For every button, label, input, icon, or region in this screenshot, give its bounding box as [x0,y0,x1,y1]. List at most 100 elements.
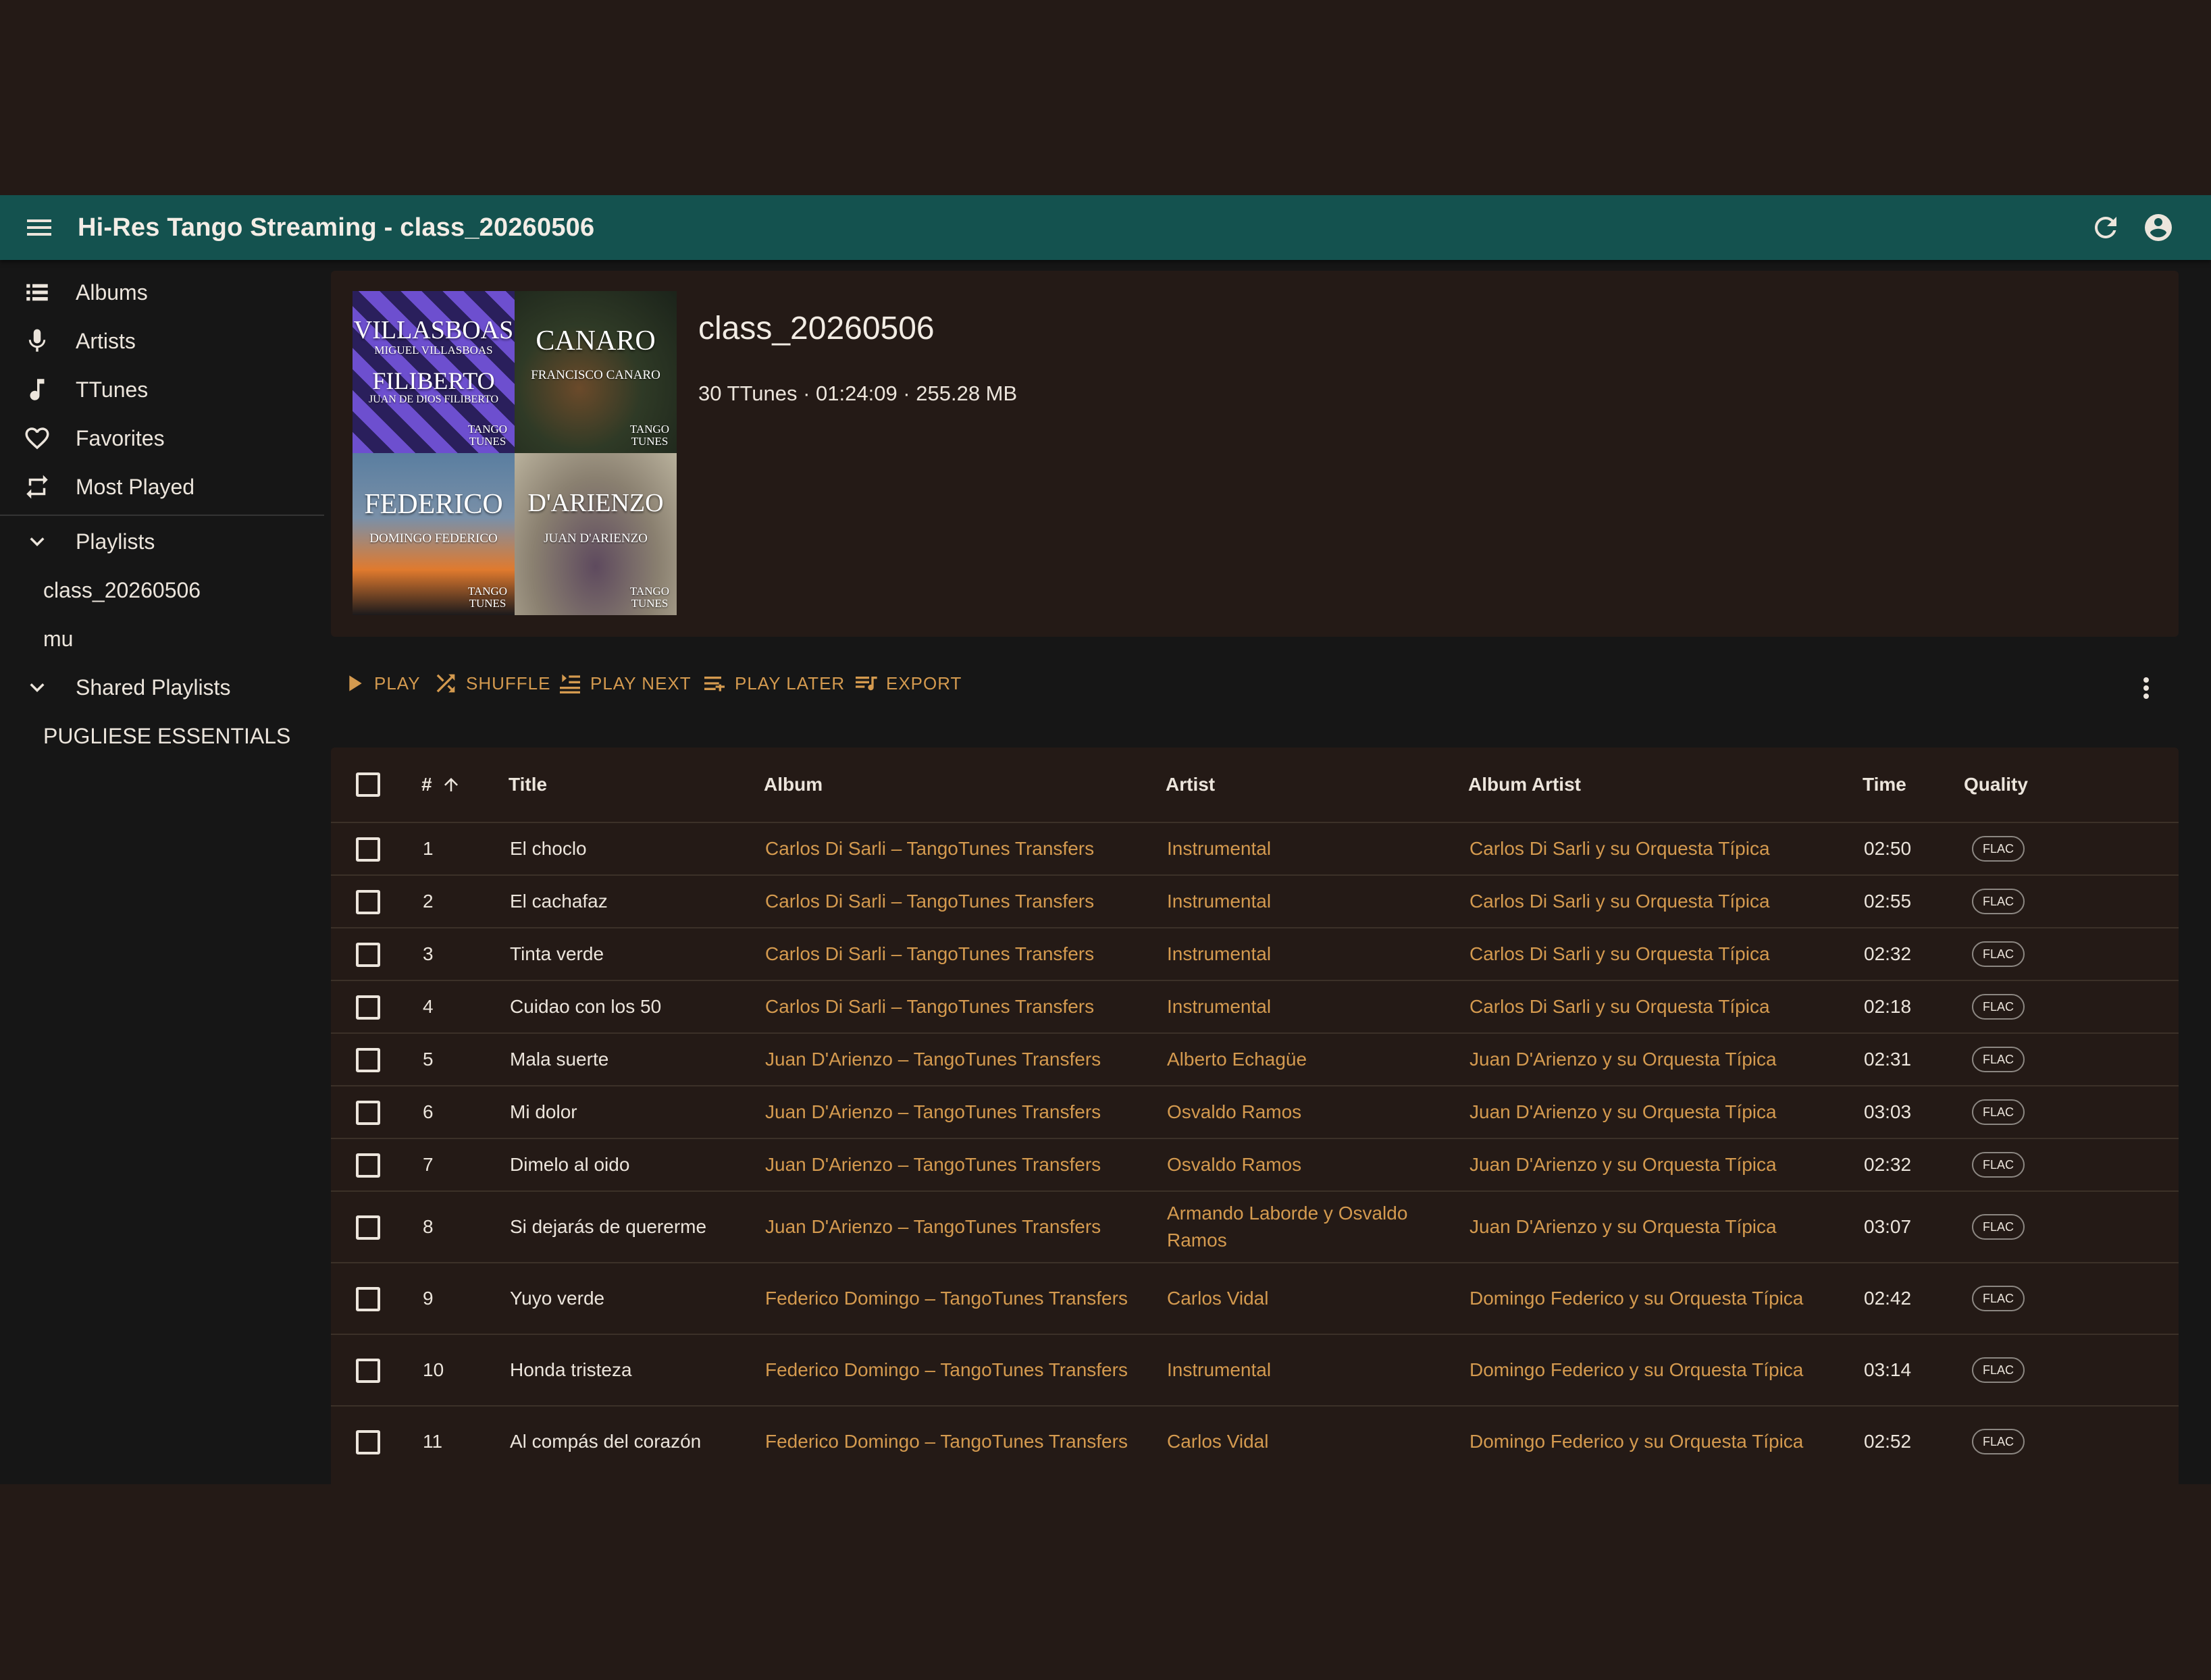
column-header-time[interactable]: Time [1863,747,1906,822]
cover-artist-name: CANARO [536,325,656,357]
music-note-icon [23,375,51,404]
row-checkbox[interactable] [356,995,380,1020]
track-album-artist-link[interactable]: Juan D'Arienzo y su Orquesta Típica [1469,1139,1848,1190]
row-checkbox[interactable] [356,837,380,862]
cover-artist-name: FEDERICO [364,489,503,520]
row-checkbox[interactable] [356,890,380,914]
track-album-artist-link[interactable]: Carlos Di Sarli y su Orquesta Típica [1469,928,1848,980]
table-row[interactable]: 10 Honda tristeza Federico Domingo – Tango… [331,1334,2179,1405]
column-header-album-artist[interactable]: Album Artist [1468,747,1581,822]
sidebar-item-ttunes[interactable]: TTunes [0,365,324,414]
track-artist-link[interactable]: Armando Laborde y Osvaldo Ramos [1167,1192,1451,1262]
track-album-link[interactable]: Juan D'Arienzo – TangoTunes Transfers [765,1034,1150,1085]
track-album-artist-link[interactable]: Carlos Di Sarli y su Orquesta Típica [1469,823,1848,874]
sidebar-item-label: TTunes [76,377,149,402]
more-vert-icon[interactable] [2130,672,2162,704]
table-row[interactable]: 5 Mala suerte Juan D'Arienzo – TangoTunes … [331,1032,2179,1085]
play-button[interactable]: PLAY [340,661,421,706]
table-row[interactable]: 7 Dimelo al oido Juan D'Arienzo – TangoTun… [331,1138,2179,1190]
track-time: 02:32 [1864,1154,1912,1175]
row-checkbox[interactable] [356,1287,380,1311]
refresh-icon[interactable] [2089,211,2122,244]
cover-tile-villasboas: VILLASBOAS MIGUEL VILLASBOAS FILIBERTO J… [353,291,515,453]
cover-artist-fullname: MIGUEL VILLASBOAS [374,344,493,357]
track-artist-link[interactable]: Alberto Echagüe [1167,1034,1451,1085]
column-header-quality[interactable]: Quality [1964,747,2028,822]
track-album-link[interactable]: Federico Domingo – TangoTunes Transfers [765,1407,1150,1477]
track-artist-link[interactable]: Instrumental [1167,823,1451,874]
track-album-artist-link[interactable]: Domingo Federico y su Orquesta Típica [1469,1335,1848,1405]
track-album-artist-link[interactable]: Juan D'Arienzo y su Orquesta Típica [1469,1086,1848,1138]
cover-tile-darienzo: D'ARIENZO JUAN D'ARIENZO TANGO TUNES [515,453,677,615]
row-checkbox[interactable] [356,1359,380,1383]
track-album-link[interactable]: Juan D'Arienzo – TangoTunes Transfers [765,1139,1150,1190]
track-artist-link[interactable]: Instrumental [1167,981,1451,1032]
track-album-link[interactable]: Federico Domingo – TangoTunes Transfers [765,1335,1150,1405]
sidebar-shared-playlist-item[interactable]: PUGLIESE ESSENTIALS [43,712,290,760]
quality-badge: FLAC [1972,1286,2025,1311]
sidebar-playlist-item[interactable]: mu [43,614,73,663]
table-row[interactable]: 6 Mi dolor Juan D'Arienzo – TangoTunes Tra… [331,1085,2179,1138]
row-checkbox[interactable] [356,943,380,967]
track-album-link[interactable]: Juan D'Arienzo – TangoTunes Transfers [765,1086,1150,1138]
track-album-link[interactable]: Carlos Di Sarli – TangoTunes Transfers [765,876,1150,927]
row-checkbox[interactable] [356,1215,380,1240]
account-circle-icon[interactable] [2142,211,2175,244]
menu-icon[interactable] [23,211,55,244]
column-header-title[interactable]: Title [509,747,547,822]
track-album-artist-link[interactable]: Juan D'Arienzo y su Orquesta Típica [1469,1034,1848,1085]
export-button[interactable]: EXPORT [852,661,962,706]
track-album-link[interactable]: Juan D'Arienzo – TangoTunes Transfers [765,1192,1150,1262]
sidebar-item-most-played[interactable]: Most Played [0,463,324,511]
cover-artist-fullname: FRANCISCO CANARO [531,368,660,382]
track-album-link[interactable]: Carlos Di Sarli – TangoTunes Transfers [765,981,1150,1032]
track-album-link[interactable]: Carlos Di Sarli – TangoTunes Transfers [765,928,1150,980]
track-album-link[interactable]: Federico Domingo – TangoTunes Transfers [765,1263,1150,1334]
row-checkbox[interactable] [356,1430,380,1454]
select-all-checkbox[interactable] [356,772,380,797]
sidebar: Albums Artists TTunes Favorites Most Pla… [0,260,324,1484]
row-checkbox[interactable] [356,1153,380,1178]
table-row[interactable]: 2 El cachafaz Carlos Di Sarli – TangoTunes… [331,874,2179,927]
column-header-album[interactable]: Album [764,747,823,822]
column-header-artist[interactable]: Artist [1166,747,1215,822]
track-artist-link[interactable]: Carlos Vidal [1167,1407,1451,1477]
shuffle-icon [436,674,455,693]
row-checkbox[interactable] [356,1048,380,1072]
sidebar-item-artists[interactable]: Artists [0,317,324,365]
sidebar-item-albums[interactable]: Albums [0,268,324,317]
track-artist-link[interactable]: Instrumental [1167,876,1451,927]
table-row[interactable]: 4 Cuidao con los 50 Carlos Di Sarli – Tang… [331,980,2179,1032]
table-row[interactable]: 9 Yuyo verde Federico Domingo – TangoTunes… [331,1262,2179,1334]
play-later-button[interactable]: PLAY LATER [701,661,845,706]
track-artist-link[interactable]: Carlos Vidal [1167,1263,1451,1334]
row-checkbox[interactable] [356,1101,380,1125]
sidebar-playlist-item[interactable]: class_20260506 [43,566,201,614]
sidebar-item-favorites[interactable]: Favorites [0,414,324,463]
track-artist-link[interactable]: Instrumental [1167,928,1451,980]
table-row[interactable]: 11 Al compás del corazón Federico Domingo … [331,1405,2179,1477]
track-album-link[interactable]: Carlos Di Sarli – TangoTunes Transfers [765,823,1150,874]
table-row[interactable]: 8 Si dejarás de quererme Juan D'Arienzo – … [331,1190,2179,1262]
track-album-artist-link[interactable]: Domingo Federico y su Orquesta Típica [1469,1407,1848,1477]
track-album-artist-link[interactable]: Juan D'Arienzo y su Orquesta Típica [1469,1192,1848,1262]
track-album-artist-link[interactable]: Carlos Di Sarli y su Orquesta Típica [1469,981,1848,1032]
track-album-artist-link[interactable]: Domingo Federico y su Orquesta Típica [1469,1263,1848,1334]
sidebar-section-shared-playlists[interactable]: Shared Playlists [0,663,324,712]
column-header-number[interactable]: # [421,747,461,822]
track-album-artist-link[interactable]: Carlos Di Sarli y su Orquesta Típica [1469,876,1848,927]
cover-artist-fullname: JUAN D'ARIENZO [544,531,648,546]
shuffle-button[interactable]: SHUFFLE [432,661,550,706]
sidebar-section-playlists[interactable]: Playlists [0,517,324,566]
table-row[interactable]: 3 Tinta verde Carlos Di Sarli – TangoTunes… [331,927,2179,980]
table-row[interactable]: 1 El choclo Carlos Di Sarli – TangoTunes T… [331,822,2179,874]
track-time: 02:42 [1864,1288,1912,1309]
play-next-button[interactable]: PLAY NEXT [556,661,692,706]
cover-tile-federico: FEDERICO DOMINGO FEDERICO TANGO TUNES [353,453,515,615]
track-artist-link[interactable]: Instrumental [1167,1335,1451,1405]
quality-badge: FLAC [1972,1099,2025,1125]
track-number: 9 [423,1288,434,1309]
quality-badge: FLAC [1972,1429,2025,1454]
track-artist-link[interactable]: Osvaldo Ramos [1167,1139,1451,1190]
track-artist-link[interactable]: Osvaldo Ramos [1167,1086,1451,1138]
